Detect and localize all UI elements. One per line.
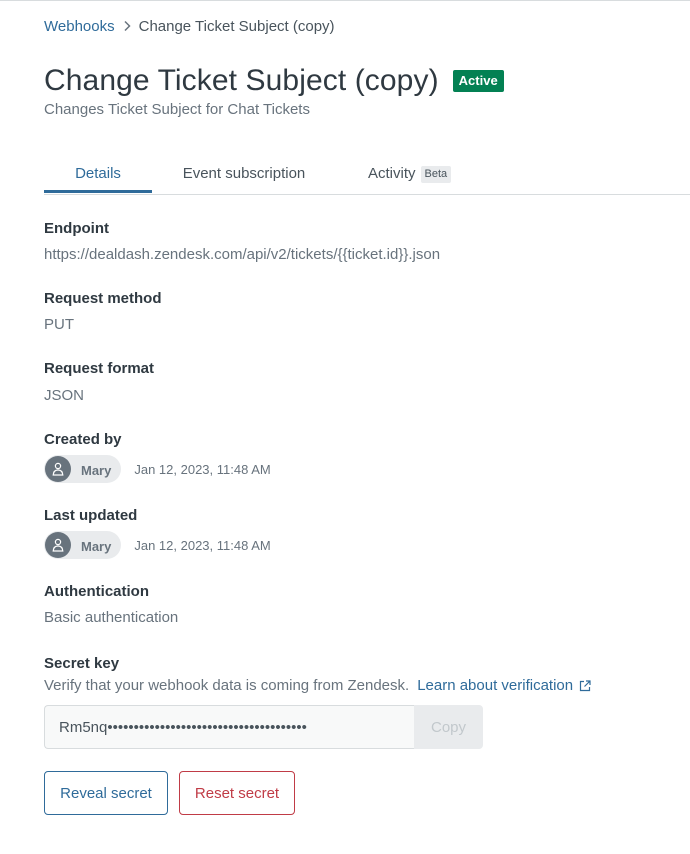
breadcrumb: Webhooks Change Ticket Subject (copy): [44, 16, 335, 36]
request-method-value: PUT: [44, 316, 74, 333]
breadcrumb-current: Change Ticket Subject (copy): [138, 17, 335, 35]
learn-link-label: Learn about verification: [417, 677, 574, 694]
tab-activity[interactable]: Activity Beta: [358, 159, 458, 194]
external-link-icon: [579, 679, 591, 692]
reset-secret-button[interactable]: Reset secret: [179, 771, 295, 815]
secret-key-hint-text: Verify that your webhook data is coming …: [44, 677, 410, 694]
tab-activity-label: Activity: [368, 165, 416, 182]
page-title: Change Ticket Subject (copy): [44, 64, 439, 97]
user-tag-last-updated[interactable]: Mary: [44, 531, 122, 559]
created-by-label: Created by: [44, 431, 122, 448]
title-row: Change Ticket Subject (copy) Active: [44, 64, 504, 98]
chevron-right-icon: [117, 20, 137, 32]
tab-event-subscription[interactable]: Event subscription: [164, 159, 324, 194]
secret-key-field: Copy: [44, 705, 483, 749]
user-icon: [45, 456, 71, 482]
reveal-secret-button[interactable]: Reveal secret: [44, 771, 168, 815]
created-by-row: Mary Jan 12, 2023, 11:48 AM: [44, 455, 271, 483]
user-icon: [45, 532, 71, 558]
user-tag-created-by[interactable]: Mary: [44, 455, 122, 483]
tab-details-label: Details: [75, 165, 121, 182]
tab-details[interactable]: Details: [44, 159, 152, 193]
last-updated-label: Last updated: [44, 507, 138, 524]
user-name: Mary: [81, 538, 112, 554]
endpoint-label: Endpoint: [44, 220, 109, 237]
created-date: Jan 12, 2023, 11:48 AM: [134, 461, 271, 477]
authentication-label: Authentication: [44, 583, 149, 600]
page-subtitle: Changes Ticket Subject for Chat Tickets: [44, 101, 310, 118]
secret-key-label: Secret key: [44, 655, 120, 672]
request-format-label: Request format: [44, 360, 155, 377]
top-divider: [0, 0, 690, 1]
status-badge: Active: [452, 70, 504, 92]
secret-key-input[interactable]: [44, 705, 414, 749]
last-updated-row: Mary Jan 12, 2023, 11:48 AM: [44, 531, 271, 559]
user-name: Mary: [81, 462, 112, 478]
tab-list: Details Event subscription Activity Beta: [44, 159, 690, 195]
request-method-label: Request method: [44, 290, 162, 307]
authentication-value: Basic authentication: [44, 609, 179, 626]
beta-badge: Beta: [420, 166, 452, 183]
learn-about-verification-link[interactable]: Learn about verification: [417, 677, 591, 694]
copy-button[interactable]: Copy: [414, 705, 483, 749]
updated-date: Jan 12, 2023, 11:48 AM: [134, 537, 271, 553]
secret-key-hint: Verify that your webhook data is coming …: [44, 677, 591, 694]
breadcrumb-webhooks-link[interactable]: Webhooks: [44, 18, 115, 35]
request-format-value: JSON: [44, 387, 85, 404]
tab-event-subscription-label: Event subscription: [182, 165, 306, 182]
endpoint-value: https://dealdash.zendesk.com/api/v2/tick…: [44, 246, 441, 263]
